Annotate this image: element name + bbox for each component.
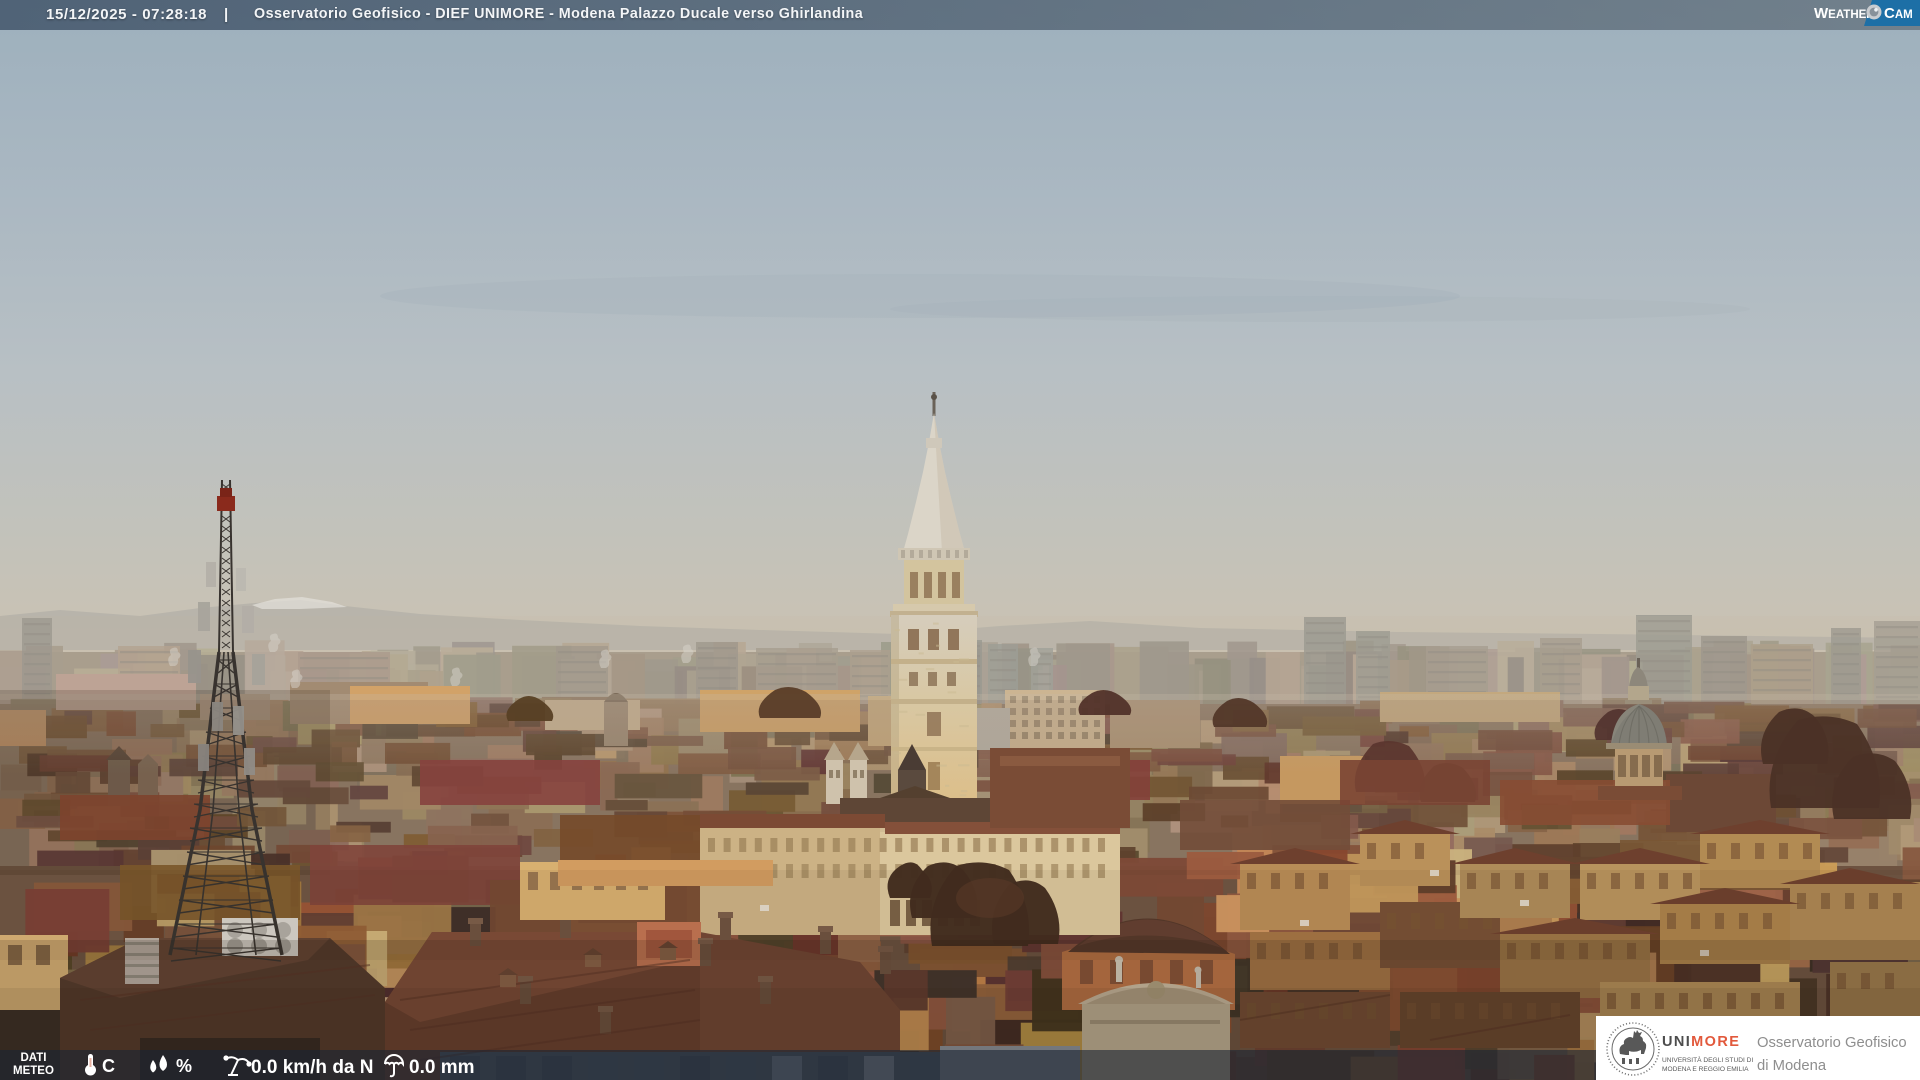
svg-text:WEATHER: WEATHER (1814, 5, 1875, 22)
svg-text:UNIVERSITÀ DEGLI STUDI DI: UNIVERSITÀ DEGLI STUDI DI (1662, 1055, 1753, 1064)
svg-text:di Modena: di Modena (1757, 1058, 1827, 1074)
svg-text:0.0 km/h da N: 0.0 km/h da N (251, 1057, 374, 1078)
svg-text:C: C (102, 1056, 115, 1076)
svg-text:%: % (176, 1056, 192, 1076)
svg-text:Osservatorio Geofisico: Osservatorio Geofisico (1757, 1035, 1907, 1051)
svg-text:0.0 mm: 0.0 mm (409, 1057, 474, 1078)
svg-text:MODENA E REGGIO EMILIA: MODENA E REGGIO EMILIA (1662, 1066, 1749, 1073)
svg-text:UNIMORE: UNIMORE (1662, 1034, 1740, 1050)
